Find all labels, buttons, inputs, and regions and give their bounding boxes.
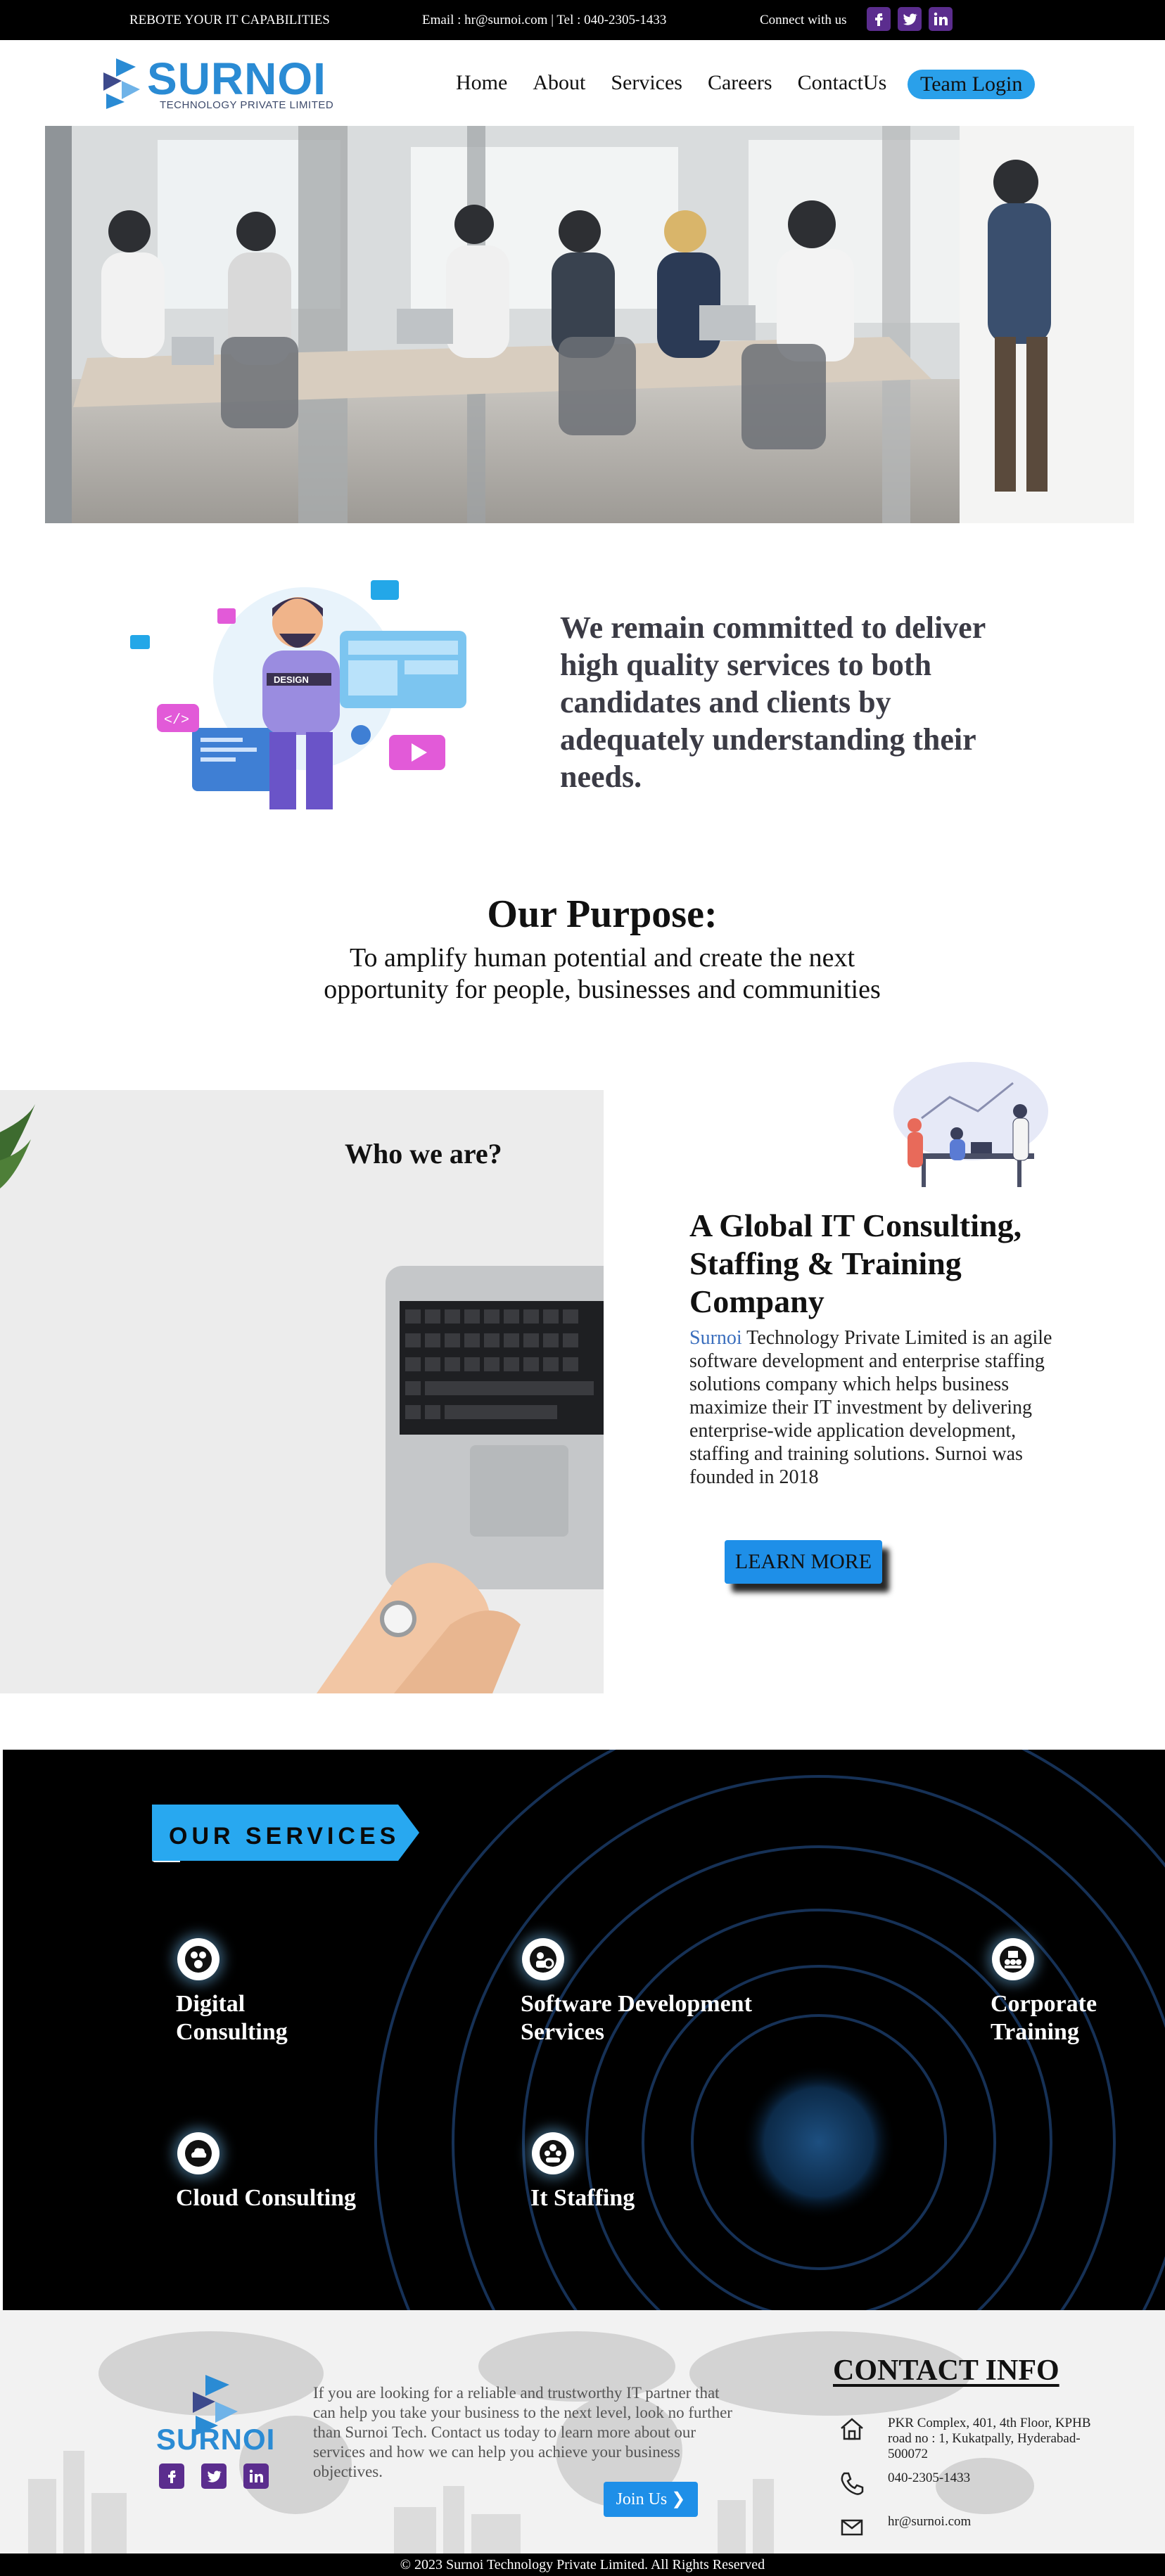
site-logo[interactable]: SURNOI TECHNOLOGY PRIVATE LIMITED — [101, 53, 340, 115]
contact-phone[interactable]: 040-2305-1433 — [888, 2471, 1099, 2486]
office-meeting-illustration — [45, 126, 1134, 523]
digital-consulting-icon — [177, 1938, 219, 1980]
footer-socials — [159, 2463, 269, 2489]
service-cloud-consulting[interactable]: Cloud Consulting — [176, 2184, 356, 2212]
team-login-button[interactable]: Team Login — [908, 70, 1036, 99]
purpose-title: Our Purpose: — [487, 892, 718, 936]
contact-line: Email : hr@surnoi.com | Tel : 040-2305-1… — [422, 13, 667, 27]
cloud-consulting-icon — [177, 2132, 219, 2174]
services-section: OUR SERVICES Digital Consulting Software… — [3, 1750, 1165, 2310]
svg-text:</>: </> — [164, 712, 189, 729]
hero-image — [45, 126, 1134, 523]
logo-mark-icon — [103, 58, 140, 109]
learn-more-button[interactable]: LEARN MORE — [725, 1540, 882, 1584]
nav-home[interactable]: Home — [456, 71, 507, 95]
software-development-icon — [522, 1938, 564, 1980]
footer-blurb: If you are looking for a reliable and tr… — [313, 2384, 732, 2480]
nav-contact[interactable]: ContactUs — [798, 71, 887, 95]
svg-text:DESIGN: DESIGN — [274, 674, 309, 685]
contact-address: PKR Complex, 401, 4th Floor, KPHB road n… — [888, 2416, 1091, 2461]
footer-facebook-icon[interactable] — [159, 2463, 184, 2489]
about-heading: A Global IT Consulting, Staffing & Train… — [689, 1207, 1022, 1319]
nav-careers[interactable]: Careers — [708, 71, 772, 95]
contact-email[interactable]: hr@surnoi.com — [888, 2514, 1099, 2530]
twitter-icon[interactable] — [898, 7, 922, 31]
who-we-are-title: Who we are? — [345, 1138, 502, 1170]
service-digital-consulting[interactable]: Digital Consulting — [176, 1990, 288, 2046]
facebook-icon[interactable] — [867, 7, 891, 31]
footer-twitter-icon[interactable] — [201, 2463, 227, 2489]
services-banner-title: OUR SERVICES — [169, 1823, 400, 1850]
main-nav: Home About Services Careers ContactUs — [456, 71, 886, 95]
logo-wordmark: SURNOI — [147, 53, 326, 104]
join-us-button[interactable]: Join Us ❯ — [604, 2482, 698, 2517]
about-brand-link[interactable]: Surnoi — [689, 1327, 742, 1349]
purpose-text: To amplify human potential and create th… — [324, 943, 881, 1004]
service-corporate-training[interactable]: Corporate Training — [991, 1990, 1097, 2046]
footer-logo-wordmark: SURNOI — [156, 2423, 276, 2456]
logo-subtitle: TECHNOLOGY PRIVATE LIMITED — [160, 99, 334, 111]
top-bar: REBOTE YOUR IT CAPABILITIES Email : hr@s… — [0, 0, 1165, 40]
copyright-bar: © 2023 Surnoi Technology Private Limited… — [0, 2553, 1165, 2576]
chevron-right-icon: ❯ — [671, 2490, 686, 2508]
home-icon — [841, 2418, 863, 2440]
footer-linkedin-icon[interactable] — [243, 2463, 269, 2489]
topbar-socials — [867, 7, 953, 31]
linkedin-icon[interactable] — [929, 7, 953, 31]
connect-label: Connect with us — [760, 13, 847, 27]
tagline: REBOTE YOUR IT CAPABILITIES — [129, 13, 330, 27]
designer-illustration: </> DESIGN — [129, 566, 466, 812]
nav-about[interactable]: About — [533, 71, 585, 95]
site-footer: SURNOI If you are looking for a reliable… — [0, 2310, 1165, 2553]
nav-services[interactable]: Services — [611, 71, 682, 95]
about-body-text: Technology Private Limited is an agile s… — [689, 1327, 1052, 1488]
it-staffing-icon — [532, 2132, 574, 2174]
corporate-training-icon — [992, 1938, 1034, 1980]
service-software-development[interactable]: Software Development Services — [521, 1990, 752, 2046]
commitment-statement: We remain committed to deliver high qual… — [560, 610, 986, 794]
team-work-illustration — [879, 1055, 1048, 1196]
laptop-desk-photo — [0, 1090, 604, 1693]
contact-info-title: CONTACT INFO — [833, 2354, 1059, 2387]
phone-icon — [841, 2472, 864, 2495]
about-body: Surnoi Technology Private Limited is an … — [689, 1326, 1062, 1489]
service-it-staffing[interactable]: It Staffing — [530, 2184, 635, 2212]
mail-icon — [841, 2519, 863, 2536]
site-header: SURNOI TECHNOLOGY PRIVATE LIMITED Home A… — [0, 40, 1165, 126]
